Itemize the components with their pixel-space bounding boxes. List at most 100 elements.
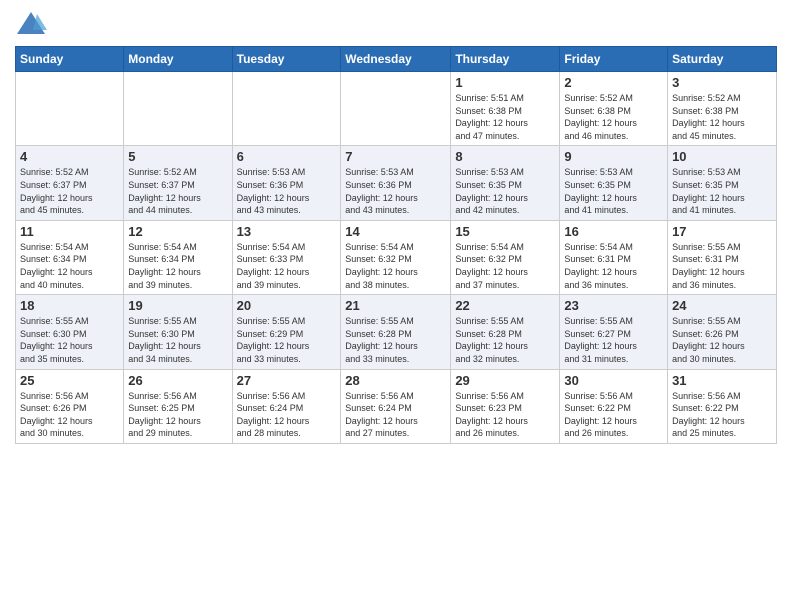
calendar-cell: 7Sunrise: 5:53 AM Sunset: 6:36 PM Daylig… — [341, 146, 451, 220]
day-info: Sunrise: 5:52 AM Sunset: 6:38 PM Dayligh… — [672, 92, 772, 142]
day-number: 31 — [672, 373, 772, 388]
day-number: 9 — [564, 149, 663, 164]
calendar-cell: 16Sunrise: 5:54 AM Sunset: 6:31 PM Dayli… — [560, 220, 668, 294]
day-number: 6 — [237, 149, 337, 164]
calendar-cell: 13Sunrise: 5:54 AM Sunset: 6:33 PM Dayli… — [232, 220, 341, 294]
calendar-cell: 26Sunrise: 5:56 AM Sunset: 6:25 PM Dayli… — [124, 369, 232, 443]
calendar-cell: 23 Sunrise: 5:55 AM Sunset: 6:27 PM Dayli… — [560, 295, 668, 369]
day-info: Sunrise: 5:54 AM Sunset: 6:33 PM Dayligh… — [237, 241, 337, 291]
calendar-body: 1 Sunrise: 5:51 AM Sunset: 6:38 PM Daylig… — [16, 72, 777, 444]
calendar-cell: 6 Sunrise: 5:53 AM Sunset: 6:36 PM Daylig… — [232, 146, 341, 220]
day-number: 18 — [20, 298, 119, 313]
calendar-cell: 14Sunrise: 5:54 AM Sunset: 6:32 PM Dayli… — [341, 220, 451, 294]
day-number: 5 — [128, 149, 227, 164]
logo-icon — [15, 10, 47, 38]
weekday-monday: Monday — [124, 47, 232, 72]
logo — [15, 10, 51, 38]
calendar-cell — [16, 72, 124, 146]
day-number: 17 — [672, 224, 772, 239]
day-info: Sunrise: 5:53 AM Sunset: 6:35 PM Dayligh… — [672, 166, 772, 216]
day-info: Sunrise: 5:52 AM Sunset: 6:38 PM Dayligh… — [564, 92, 663, 142]
weekday-friday: Friday — [560, 47, 668, 72]
day-number: 2 — [564, 75, 663, 90]
day-number: 29 — [455, 373, 555, 388]
day-info: Sunrise: 5:56 AM Sunset: 6:24 PM Dayligh… — [237, 390, 337, 440]
calendar-cell: 25 Sunrise: 5:56 AM Sunset: 6:26 PM Dayli… — [16, 369, 124, 443]
day-info: Sunrise: 5:53 AM Sunset: 6:35 PM Dayligh… — [455, 166, 555, 216]
calendar-week-1: 1 Sunrise: 5:51 AM Sunset: 6:38 PM Daylig… — [16, 72, 777, 146]
calendar-cell: 15 Sunrise: 5:54 AM Sunset: 6:32 PM Dayli… — [451, 220, 560, 294]
day-info: Sunrise: 5:54 AM Sunset: 6:31 PM Dayligh… — [564, 241, 663, 291]
day-info: Sunrise: 5:56 AM Sunset: 6:25 PM Dayligh… — [128, 390, 227, 440]
day-info: Sunrise: 5:52 AM Sunset: 6:37 PM Dayligh… — [128, 166, 227, 216]
day-info: Sunrise: 5:51 AM Sunset: 6:38 PM Dayligh… — [455, 92, 555, 142]
weekday-sunday: Sunday — [16, 47, 124, 72]
calendar-cell: 2 Sunrise: 5:52 AM Sunset: 6:38 PM Daylig… — [560, 72, 668, 146]
day-info: Sunrise: 5:55 AM Sunset: 6:29 PM Dayligh… — [237, 315, 337, 365]
day-info: Sunrise: 5:52 AM Sunset: 6:37 PM Dayligh… — [20, 166, 119, 216]
day-info: Sunrise: 5:54 AM Sunset: 6:34 PM Dayligh… — [20, 241, 119, 291]
calendar-cell: 10 Sunrise: 5:53 AM Sunset: 6:35 PM Dayli… — [668, 146, 777, 220]
weekday-thursday: Thursday — [451, 47, 560, 72]
calendar-cell: 9 Sunrise: 5:53 AM Sunset: 6:35 PM Daylig… — [560, 146, 668, 220]
day-info: Sunrise: 5:55 AM Sunset: 6:30 PM Dayligh… — [20, 315, 119, 365]
calendar-cell — [232, 72, 341, 146]
calendar-cell: 22Sunrise: 5:55 AM Sunset: 6:28 PM Dayli… — [451, 295, 560, 369]
day-info: Sunrise: 5:55 AM Sunset: 6:30 PM Dayligh… — [128, 315, 227, 365]
calendar-cell: 17Sunrise: 5:55 AM Sunset: 6:31 PM Dayli… — [668, 220, 777, 294]
day-number: 27 — [237, 373, 337, 388]
calendar-cell: 4 Sunrise: 5:52 AM Sunset: 6:37 PM Daylig… — [16, 146, 124, 220]
day-info: Sunrise: 5:56 AM Sunset: 6:22 PM Dayligh… — [564, 390, 663, 440]
day-number: 30 — [564, 373, 663, 388]
calendar-cell — [341, 72, 451, 146]
day-number: 8 — [455, 149, 555, 164]
day-info: Sunrise: 5:56 AM Sunset: 6:22 PM Dayligh… — [672, 390, 772, 440]
calendar-week-5: 25 Sunrise: 5:56 AM Sunset: 6:26 PM Dayli… — [16, 369, 777, 443]
day-info: Sunrise: 5:56 AM Sunset: 6:24 PM Dayligh… — [345, 390, 446, 440]
day-number: 10 — [672, 149, 772, 164]
day-info: Sunrise: 5:54 AM Sunset: 6:32 PM Dayligh… — [455, 241, 555, 291]
calendar-table: SundayMondayTuesdayWednesdayThursdayFrid… — [15, 46, 777, 444]
day-number: 15 — [455, 224, 555, 239]
calendar-cell: 1 Sunrise: 5:51 AM Sunset: 6:38 PM Daylig… — [451, 72, 560, 146]
weekday-saturday: Saturday — [668, 47, 777, 72]
day-number: 4 — [20, 149, 119, 164]
day-number: 11 — [20, 224, 119, 239]
calendar-cell: 21Sunrise: 5:55 AM Sunset: 6:28 PM Dayli… — [341, 295, 451, 369]
calendar-cell: 31 Sunrise: 5:56 AM Sunset: 6:22 PM Dayli… — [668, 369, 777, 443]
calendar-week-3: 11 Sunrise: 5:54 AM Sunset: 6:34 PM Dayli… — [16, 220, 777, 294]
day-number: 28 — [345, 373, 446, 388]
day-number: 20 — [237, 298, 337, 313]
calendar-cell: 8 Sunrise: 5:53 AM Sunset: 6:35 PM Daylig… — [451, 146, 560, 220]
day-info: Sunrise: 5:55 AM Sunset: 6:28 PM Dayligh… — [345, 315, 446, 365]
calendar-cell: 18 Sunrise: 5:55 AM Sunset: 6:30 PM Dayli… — [16, 295, 124, 369]
day-info: Sunrise: 5:54 AM Sunset: 6:32 PM Dayligh… — [345, 241, 446, 291]
calendar-cell: 27 Sunrise: 5:56 AM Sunset: 6:24 PM Dayli… — [232, 369, 341, 443]
day-number: 24 — [672, 298, 772, 313]
calendar-cell: 19 Sunrise: 5:55 AM Sunset: 6:30 PM Dayli… — [124, 295, 232, 369]
day-info: Sunrise: 5:55 AM Sunset: 6:27 PM Dayligh… — [564, 315, 663, 365]
day-info: Sunrise: 5:53 AM Sunset: 6:36 PM Dayligh… — [237, 166, 337, 216]
calendar-cell: 5 Sunrise: 5:52 AM Sunset: 6:37 PM Daylig… — [124, 146, 232, 220]
weekday-tuesday: Tuesday — [232, 47, 341, 72]
calendar-cell: 28 Sunrise: 5:56 AM Sunset: 6:24 PM Dayli… — [341, 369, 451, 443]
day-info: Sunrise: 5:55 AM Sunset: 6:26 PM Dayligh… — [672, 315, 772, 365]
calendar-cell: 3 Sunrise: 5:52 AM Sunset: 6:38 PM Daylig… — [668, 72, 777, 146]
day-number: 25 — [20, 373, 119, 388]
calendar-header: SundayMondayTuesdayWednesdayThursdayFrid… — [16, 47, 777, 72]
calendar-cell — [124, 72, 232, 146]
day-number: 23 — [564, 298, 663, 313]
day-number: 1 — [455, 75, 555, 90]
page-header — [15, 10, 777, 38]
day-info: Sunrise: 5:56 AM Sunset: 6:23 PM Dayligh… — [455, 390, 555, 440]
day-number: 3 — [672, 75, 772, 90]
calendar-cell: 30 Sunrise: 5:56 AM Sunset: 6:22 PM Dayli… — [560, 369, 668, 443]
day-number: 19 — [128, 298, 227, 313]
day-info: Sunrise: 5:56 AM Sunset: 6:26 PM Dayligh… — [20, 390, 119, 440]
calendar-cell: 29 Sunrise: 5:56 AM Sunset: 6:23 PM Dayli… — [451, 369, 560, 443]
calendar-week-2: 4 Sunrise: 5:52 AM Sunset: 6:37 PM Daylig… — [16, 146, 777, 220]
day-number: 22 — [455, 298, 555, 313]
day-info: Sunrise: 5:53 AM Sunset: 6:35 PM Dayligh… — [564, 166, 663, 216]
calendar-cell: 11 Sunrise: 5:54 AM Sunset: 6:34 PM Dayli… — [16, 220, 124, 294]
day-info: Sunrise: 5:54 AM Sunset: 6:34 PM Dayligh… — [128, 241, 227, 291]
